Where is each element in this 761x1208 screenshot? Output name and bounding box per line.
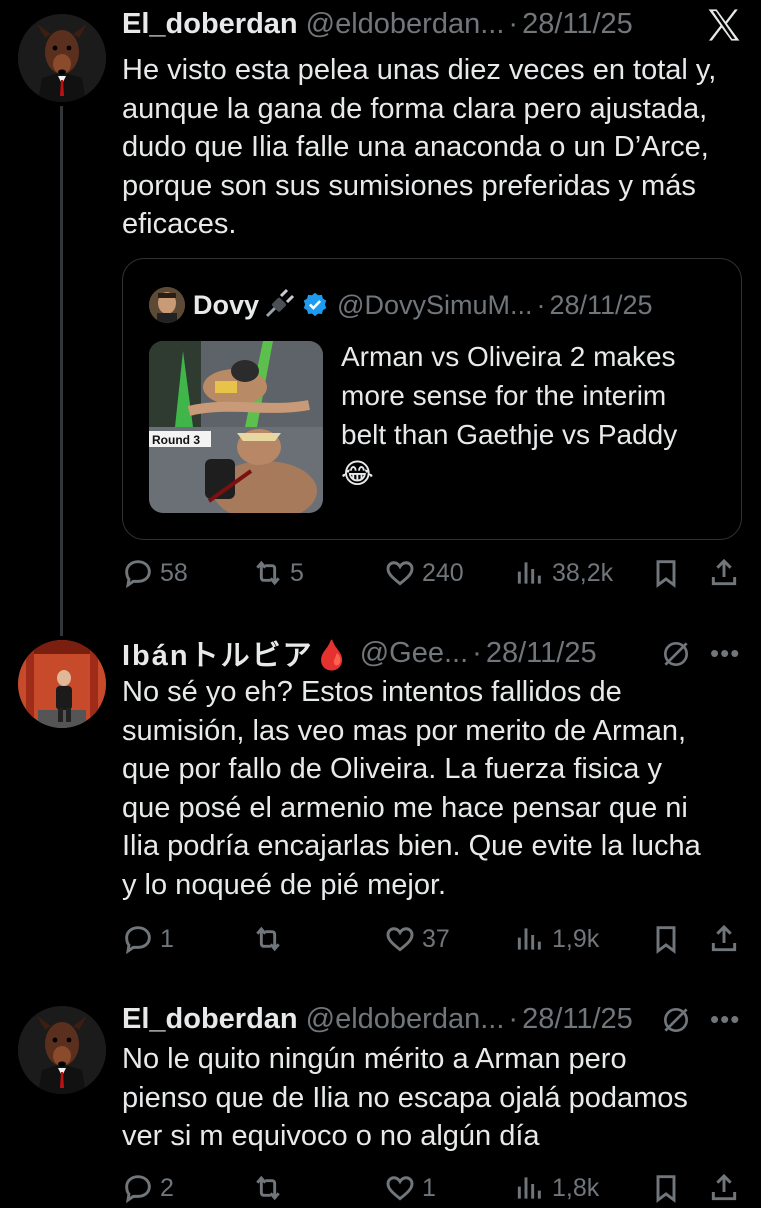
views-icon — [517, 1177, 541, 1199]
avatar-iban[interactable] — [18, 640, 106, 728]
tweet-3-actions: 2 1 1,8k — [122, 1168, 742, 1208]
views-button[interactable]: 1,8k — [514, 1168, 599, 1208]
like-icon — [386, 1176, 414, 1201]
bookmark-icon — [656, 560, 676, 588]
bookmark-icon — [656, 926, 676, 954]
reply-count: 1 — [160, 924, 174, 953]
grok-icon[interactable] — [660, 1004, 692, 1036]
repost-button[interactable] — [252, 1168, 290, 1208]
bookmark-button[interactable] — [650, 1168, 682, 1208]
share-button[interactable] — [708, 1168, 740, 1208]
avatar-el-doberdan[interactable] — [18, 1006, 106, 1094]
like-count: 1 — [422, 1173, 436, 1202]
bookmark-icon — [656, 1175, 676, 1203]
like-button[interactable]: 1 — [384, 1168, 436, 1208]
tweet-1-text: He visto esta pelea unas diez veces en t… — [122, 54, 717, 240]
repost-button[interactable]: 5 — [252, 553, 304, 593]
like-button[interactable]: 240 — [384, 553, 464, 593]
like-count: 37 — [422, 924, 450, 953]
like-button[interactable]: 37 — [384, 919, 450, 959]
quoted-avatar — [149, 287, 185, 323]
plug-emoji-icon — [265, 288, 295, 318]
separator-dot: · — [508, 1002, 519, 1035]
repost-icon — [256, 560, 280, 586]
views-button[interactable]: 1,9k — [514, 919, 599, 959]
author-handle[interactable]: @Gee... — [360, 637, 468, 670]
more-options-button[interactable]: ••• — [710, 1004, 740, 1035]
share-icon — [711, 924, 737, 952]
verified-icon — [303, 292, 327, 317]
author-handle[interactable]: @eldoberdan... — [306, 8, 505, 41]
quoted-tweet-text: Arman vs Oliveira 2 makes more sense for… — [341, 341, 678, 489]
share-icon — [711, 1173, 737, 1201]
views-icon — [517, 928, 541, 950]
x-logo-icon[interactable] — [704, 6, 744, 44]
share-button[interactable] — [708, 919, 740, 959]
thread-line — [60, 106, 63, 636]
reply-icon — [125, 560, 151, 589]
like-icon — [386, 561, 414, 586]
quoted-tweet-card[interactable]: Dovy @DovySimuM... · 28/11/25 Round 3 Ar… — [122, 258, 742, 540]
reply-icon — [125, 926, 151, 955]
author-name[interactable]: El_doberdan — [122, 1003, 298, 1036]
more-options-button[interactable]: ••• — [710, 638, 740, 669]
reply-button[interactable]: 1 — [122, 919, 174, 959]
reply-count: 58 — [160, 558, 188, 587]
author-name[interactable]: El_doberdan — [122, 8, 298, 41]
like-icon — [386, 927, 414, 952]
views-button[interactable]: 38,2k — [514, 553, 613, 593]
repost-icon — [256, 1175, 280, 1201]
grok-icon[interactable] — [660, 638, 692, 670]
reply-button[interactable]: 58 — [122, 553, 188, 593]
tweet-2-actions: 1 37 1,9k — [122, 919, 742, 959]
separator-dot: · — [472, 636, 482, 669]
tweet-date[interactable]: 28/11/25 — [486, 637, 597, 670]
repost-icon — [256, 926, 280, 952]
tweet-2-text: No sé yo eh? Estos intentos fallidos de … — [122, 676, 701, 901]
author-handle[interactable]: @eldoberdan... — [306, 1003, 505, 1036]
tweet-date[interactable]: 28/11/25 — [522, 1003, 633, 1036]
tweet-1-header: El_doberdan @eldoberdan... · 28/11/25 — [122, 4, 633, 44]
quoted-author-name[interactable]: Dovy — [193, 290, 259, 321]
separator-dot: · — [508, 7, 519, 40]
reply-button[interactable]: 2 — [122, 1168, 174, 1208]
media-round-label: Round 3 — [152, 433, 200, 447]
quoted-tweet-header: Dovy @DovySimuM... · 28/11/25 — [149, 285, 653, 325]
like-count: 240 — [422, 558, 464, 587]
repost-button[interactable] — [252, 919, 290, 959]
views-icon — [517, 562, 541, 584]
share-icon — [711, 558, 737, 586]
reply-count: 2 — [160, 1173, 174, 1202]
author-name[interactable]: Ibánトルビア🩸 — [122, 632, 352, 674]
tweet-3-text: No le quito ningún mérito a Arman pero p… — [122, 1043, 688, 1152]
views-count: 1,9k — [552, 924, 600, 953]
quoted-media-image[interactable]: Round 3 — [149, 341, 323, 513]
reply-icon — [125, 1175, 151, 1204]
avatar-el-doberdan[interactable] — [18, 14, 106, 102]
share-button[interactable] — [708, 553, 740, 593]
quoted-tweet-date[interactable]: 28/11/25 — [549, 290, 652, 321]
views-count: 38,2k — [552, 558, 614, 587]
bookmark-button[interactable] — [650, 553, 682, 593]
quoted-author-handle[interactable]: @DovySimuM... — [337, 290, 532, 321]
separator-dot: · — [536, 289, 546, 320]
bookmark-button[interactable] — [650, 919, 682, 959]
tweet-date[interactable]: 28/11/25 — [522, 8, 633, 41]
tweet-3-header: El_doberdan @eldoberdan... · 28/11/25 — [122, 999, 633, 1039]
tweet-1-actions: 58 5 240 38,2k — [122, 553, 742, 593]
tweet-2-header: Ibánトルビア🩸 @Gee... · 28/11/25 — [122, 633, 597, 673]
repost-count: 5 — [290, 558, 304, 587]
views-count: 1,8k — [552, 1173, 600, 1202]
